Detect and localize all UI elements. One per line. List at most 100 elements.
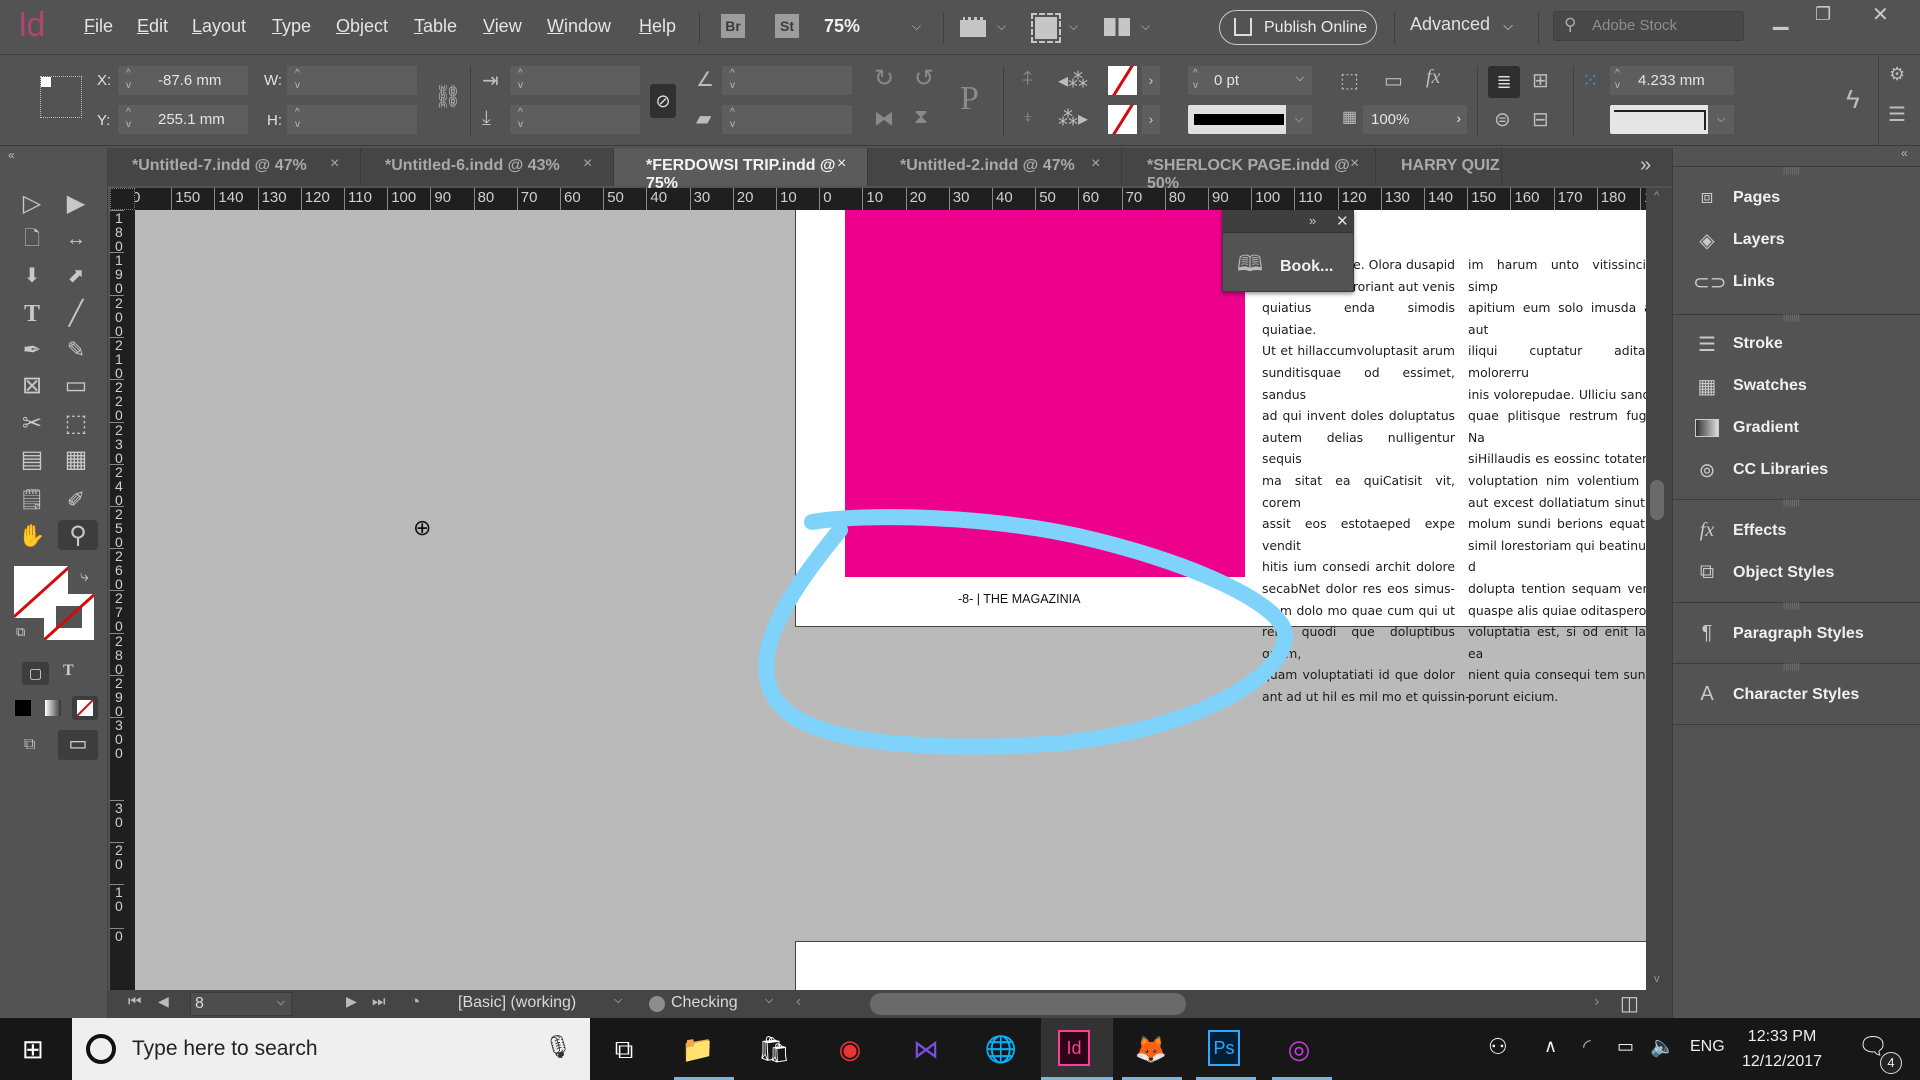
zoom-level-field[interactable]: 75% bbox=[824, 16, 860, 37]
more-tabs-icon[interactable]: » bbox=[1640, 154, 1651, 177]
ruler-origin[interactable] bbox=[110, 188, 135, 210]
free-transform-tool-icon[interactable]: ⬚ bbox=[58, 408, 94, 440]
type-tool-icon[interactable]: T bbox=[14, 298, 50, 330]
vertical-scrollbar[interactable]: ^ v bbox=[1646, 188, 1672, 990]
close-tab-icon[interactable]: × bbox=[330, 155, 339, 173]
rotation-field[interactable]: ^ v bbox=[722, 66, 852, 95]
microphone-icon[interactable]: 🎙 bbox=[544, 1034, 572, 1060]
scroll-down-icon[interactable]: v bbox=[1654, 973, 1660, 985]
screen-mode-dropdown-icon[interactable]: ⌵ bbox=[1069, 19, 1078, 34]
selection-tool-icon[interactable]: ▷ bbox=[14, 188, 50, 220]
screen-mode-icon[interactable] bbox=[1031, 13, 1061, 43]
panel-grip[interactable]: |||||||| bbox=[1783, 601, 1800, 610]
expand-panel-icon[interactable]: » bbox=[1309, 213, 1316, 228]
chevron-down-icon[interactable]: ⌵ bbox=[1296, 72, 1304, 85]
menu-window[interactable]: Window bbox=[547, 16, 611, 37]
next-page-icon[interactable]: ▶ bbox=[346, 993, 357, 1010]
menu-view[interactable]: View bbox=[483, 16, 522, 37]
zoom-dropdown-icon[interactable]: ⌵ bbox=[912, 19, 921, 34]
adobe-stock-search[interactable]: ⚲ Adobe Stock bbox=[1553, 11, 1744, 41]
close-tab-icon[interactable]: × bbox=[1350, 155, 1359, 173]
quick-apply-icon[interactable]: ϟ bbox=[1846, 84, 1860, 115]
panel-paragraph-styles[interactable]: ¶ Paragraph Styles bbox=[1691, 619, 1864, 649]
reference-point-icon[interactable] bbox=[40, 76, 82, 118]
gradient-feather-tool-icon[interactable]: ▦ bbox=[58, 444, 94, 476]
wrap-bounding-box-icon[interactable]: ⊞ bbox=[1532, 68, 1549, 93]
visual-studio-icon[interactable]: ⋈ bbox=[905, 1028, 947, 1070]
panel-pages[interactable]: ⧈ Pages bbox=[1691, 183, 1781, 213]
menu-table[interactable]: Table bbox=[414, 16, 457, 37]
select-next-icon[interactable]: ⁂▸ bbox=[1058, 106, 1088, 131]
panel-grip[interactable]: |||||||| bbox=[1783, 498, 1800, 507]
wrap-object-shape-icon[interactable]: ⊜ bbox=[1494, 107, 1511, 132]
stroke-color-box[interactable] bbox=[44, 594, 94, 640]
book-panel-button[interactable]: Book... bbox=[1280, 258, 1333, 276]
firefox-icon[interactable]: 🦊 bbox=[1130, 1028, 1172, 1070]
last-page-icon[interactable]: ⏭ bbox=[372, 993, 386, 1010]
link-scale-icon[interactable]: ⊘ bbox=[650, 84, 676, 118]
rotate-cw-icon[interactable]: ↻ bbox=[874, 64, 894, 93]
close-window-button[interactable]: ✕ bbox=[1872, 2, 1889, 27]
eyedropper-tool-icon[interactable]: ✐ bbox=[58, 484, 94, 516]
hand-tool-icon[interactable]: ✋ bbox=[14, 520, 50, 552]
tab-untitled-7[interactable]: *Untitled-7.indd @ 47% × bbox=[108, 148, 361, 186]
content-collector-icon[interactable]: ⬇ bbox=[14, 260, 50, 292]
spinner-icon[interactable]: ^ v bbox=[1615, 68, 1620, 92]
panel-effects[interactable]: fx Effects bbox=[1691, 516, 1787, 546]
constrain-proportions-icon[interactable]: ⛓ bbox=[434, 84, 462, 110]
language-indicator[interactable]: ENG bbox=[1690, 1038, 1725, 1056]
scale-x-field[interactable]: ^ v bbox=[510, 66, 640, 95]
screen-mode-icon[interactable]: ▭ bbox=[58, 730, 98, 760]
view-options-dropdown-icon[interactable]: ⌵ bbox=[997, 19, 1006, 34]
arrange-dropdown-icon[interactable]: ⌵ bbox=[1141, 19, 1150, 34]
spinner-icon[interactable]: ^ v bbox=[518, 68, 523, 92]
clock[interactable]: 12:33 PM 12/12/2017 bbox=[1742, 1024, 1822, 1074]
collapse-icon[interactable]: « bbox=[8, 148, 15, 162]
workspace-switcher[interactable]: Advanced ⌵ bbox=[1410, 14, 1513, 35]
battery-icon[interactable]: ▭ bbox=[1617, 1036, 1634, 1057]
rectangle-tool-icon[interactable]: ▭ bbox=[58, 370, 94, 402]
horizontal-ruler[interactable]: 0 150 140 130 120 110 100 90 80 70 60 50 40 30 20 10 0 10… bbox=[135, 188, 1646, 210]
volume-icon[interactable]: 🔈 bbox=[1650, 1034, 1675, 1059]
fx-icon[interactable]: fx bbox=[1426, 66, 1440, 89]
spinner-icon[interactable]: ^ v bbox=[295, 68, 300, 92]
spinner-icon[interactable]: ^ v bbox=[518, 107, 523, 131]
gap-tool-icon[interactable]: ↔ bbox=[58, 223, 94, 255]
file-explorer-icon[interactable]: 📁 bbox=[677, 1028, 719, 1070]
expand-dock-icon[interactable]: « bbox=[1901, 146, 1908, 160]
tab-sherlock-page[interactable]: *SHERLOCK PAGE.indd @ 50% × bbox=[1122, 148, 1376, 192]
show-hidden-icons[interactable]: ∧ bbox=[1544, 1036, 1557, 1057]
panel-swatches[interactable]: ▦ Swatches bbox=[1691, 371, 1807, 401]
scroll-right-icon[interactable]: › bbox=[1594, 993, 1599, 1011]
chevron-down-icon[interactable]: ⌵ bbox=[765, 994, 773, 1007]
menu-file[interactable]: File bbox=[84, 16, 113, 37]
close-panel-icon[interactable]: ✕ bbox=[1336, 212, 1349, 230]
stroke-weight-field[interactable]: ^ v 0 pt ⌵ bbox=[1188, 66, 1312, 95]
x-field[interactable]: ^ v -87.6 mm bbox=[118, 66, 248, 95]
normal-view-icon[interactable]: ⧉ bbox=[24, 736, 35, 754]
close-tab-icon[interactable]: × bbox=[583, 155, 592, 173]
panel-links[interactable]: ⊂⊃ Links bbox=[1691, 267, 1775, 297]
panel-layers[interactable]: ◈ Layers bbox=[1691, 225, 1784, 255]
indesign-taskbar-icon[interactable]: Id bbox=[1058, 1030, 1090, 1066]
people-icon[interactable]: ⚇ bbox=[1488, 1034, 1508, 1060]
media-player-icon[interactable]: ◎ bbox=[1278, 1028, 1320, 1070]
formatting-affects-text-icon[interactable]: T bbox=[63, 662, 74, 680]
chevron-down-icon[interactable]: ⌵ bbox=[277, 996, 285, 1009]
previous-page-icon[interactable]: ◀ bbox=[158, 993, 169, 1010]
formatting-affects-container-icon[interactable]: ▢ bbox=[22, 662, 49, 685]
spinner-icon[interactable]: ^ v bbox=[730, 68, 735, 92]
panel-grip[interactable]: |||||||| bbox=[1783, 313, 1800, 322]
stroke-swatch[interactable] bbox=[1108, 105, 1137, 134]
panel-character-styles[interactable]: A Character Styles bbox=[1691, 680, 1859, 710]
publish-online-button[interactable]: Publish Online bbox=[1219, 10, 1377, 45]
stroke-type-dropdown[interactable]: ⌵ bbox=[1188, 105, 1312, 134]
panel-gradient[interactable]: Gradient bbox=[1691, 413, 1799, 443]
split-window-icon[interactable]: ◫ bbox=[1620, 991, 1639, 1016]
spinner-icon[interactable]: ^ v bbox=[1193, 68, 1198, 92]
content-placer-icon[interactable]: ⬈ bbox=[58, 260, 94, 292]
vertical-ruler[interactable]: 180 190 200 210 220 230 240 250 260 270 280 290 300 3… bbox=[110, 210, 135, 990]
wifi-icon[interactable]: ◜ bbox=[1583, 1034, 1591, 1059]
spinner-icon[interactable]: ^ v bbox=[126, 107, 131, 131]
dimension-field[interactable]: ^ v 4.233 mm bbox=[1610, 66, 1734, 95]
